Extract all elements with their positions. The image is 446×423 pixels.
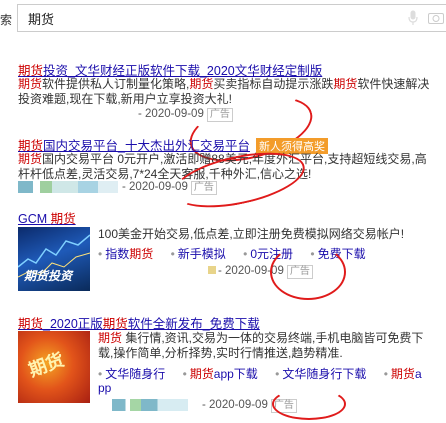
result-3-title-link[interactable]: GCM 期货 [18,208,76,227]
microphone-icon[interactable] [408,10,418,26]
camera-icon[interactable] [428,11,444,24]
annotation-circle [270,244,346,300]
sitelink[interactable]: • 新手模拟 [171,247,226,261]
result-4-description: 期货 集行情,资讯,交易为一体的交易终端,手机电脑皆可免费下 载,操作简单,分析… [98,331,424,360]
result-4-date: - 2020-09-09 [202,399,268,411]
annotation-circle [272,388,346,420]
result-4-title-link[interactable]: 期货_2020正版期货软件全新发布_免费下载 [18,313,260,332]
result-3-thumbnail[interactable]: 期货投资 [18,227,90,291]
result-1-date: - 2020-09-09 [138,108,204,120]
favicon-icon [208,266,216,274]
search-input[interactable] [17,4,446,32]
thumbnail-caption: 期货投资 [24,269,73,283]
sitelink[interactable]: • 文华随身行 [98,367,165,381]
sitelink[interactable]: • 文华随身行下载 [275,367,366,381]
blurred-url [18,181,118,193]
result-4-sitelink-wrap[interactable]: pp [98,381,111,395]
result-4-sitelinks: • 文华随身行 • 期货app下载 • 文华随身行下载 • 期货a [98,365,422,382]
result-3-description: 100美金开始交易,低点差,立即注册免费模拟网络交易帐户! [98,227,405,241]
sitelink[interactable]: • 期货app下载 [183,367,258,381]
blurred-url [112,399,188,411]
sitelink[interactable]: • 指数期货 [98,247,153,261]
search-label: 索 [0,13,13,27]
thumbnail-caption: 期货 [26,349,67,381]
result-1-description: 期货软件提供私人订制量化策略,期货买卖指标自动提示涨跌期货软件快速解决 投资难题… [18,77,430,106]
sitelink[interactable]: • 期货a [384,367,422,381]
result-4-thumbnail[interactable]: 期货 [18,331,90,403]
search-bar: 索 [0,4,446,32]
